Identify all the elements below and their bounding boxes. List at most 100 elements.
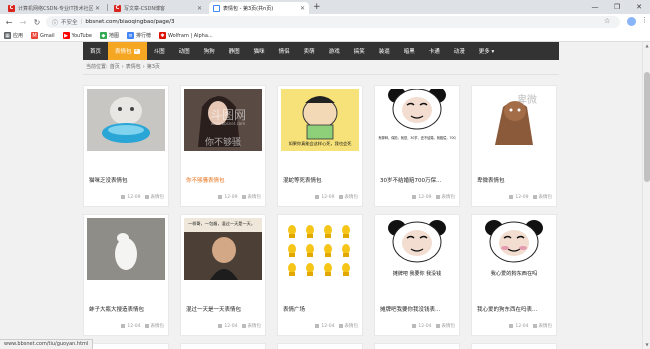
nav-item[interactable]: 动漫 xyxy=(447,42,472,60)
nav-item[interactable]: 首页 xyxy=(83,42,108,60)
bookmark-label: 地图 xyxy=(108,33,119,39)
breadcrumb-link[interactable]: 首页 xyxy=(110,64,120,70)
nav-item[interactable]: 暗黑 xyxy=(397,42,422,60)
close-tab-icon[interactable]: ✕ xyxy=(300,5,305,12)
meme-card[interactable]: 一样哥，一包烟，混过一天是一天， 混过一天是一天表情包 12-04 表情包 xyxy=(180,214,266,336)
menu-kebab-icon[interactable]: ⋮ xyxy=(641,16,648,24)
card-thumbnail[interactable]: 如果你真能会这样心死，我也会死 xyxy=(281,89,359,151)
card-title[interactable]: 卑微表情包 xyxy=(477,176,555,184)
card-stub[interactable] xyxy=(471,343,557,349)
card-date: 12-04 xyxy=(515,323,529,329)
bookmark-youtube[interactable]: ▶ YouTube xyxy=(62,32,92,39)
close-window-button[interactable]: ✕ xyxy=(628,0,650,14)
tab-csdn-network[interactable]: C 计算机网络CSDN-专业IT技术社区 ✕ xyxy=(4,2,104,14)
tag-icon xyxy=(338,195,343,199)
tab-csdn-write[interactable]: C 写文章-CSDN博客 ✕ xyxy=(110,2,206,14)
nav-item[interactable]: 情侣 xyxy=(272,42,297,60)
card-title[interactable]: 表情广场 xyxy=(283,305,361,313)
reload-button[interactable]: ↻ xyxy=(32,17,42,27)
card-title[interactable]: 猫咪乏没表情包 xyxy=(89,176,167,184)
card-stub[interactable] xyxy=(277,343,363,349)
card-thumbnail[interactable] xyxy=(87,89,165,151)
bookmark-gmail[interactable]: M Gmail xyxy=(31,32,55,39)
meme-card[interactable]: 摊牌吧 我要你 我没钱 摊牌吧我要你我没钱表... 12-04 表情包 xyxy=(374,214,460,336)
card-stub[interactable] xyxy=(180,343,266,349)
meme-card[interactable]: 表情广场 12-04 表情包 xyxy=(277,214,363,336)
close-tab-icon[interactable]: ✕ xyxy=(197,5,202,12)
meme-card[interactable]: 如果你真能会这样心死，我也会死 混蛇等死表情包 12-09 表情包 xyxy=(277,85,363,207)
nav-item[interactable]: 卖萌 xyxy=(297,42,322,60)
card-title[interactable]: 我心爱的狗东西在吗表... xyxy=(477,305,555,313)
card-stub[interactable] xyxy=(374,343,460,349)
nav-item[interactable]: 搞笑 xyxy=(347,42,372,60)
card-thumbnail[interactable]: 那个，有没有那种，保险，就是，30岁，还不结婚，就赔偿，700万，的那种 xyxy=(378,89,456,151)
card-meta: 12-09 表情包 xyxy=(117,194,164,200)
back-button[interactable]: ← xyxy=(4,17,14,27)
nav-item[interactable]: 游戏 xyxy=(322,42,347,60)
bookmark-maps[interactable]: ◆ 地图 xyxy=(99,32,119,39)
meme-card[interactable]: 斗图网 www.bbsnet.com 你不够骚 你不够骚表情包 12-09 表情包 xyxy=(180,85,266,207)
card-tag[interactable]: 表情包 xyxy=(442,194,456,200)
card-thumbnail[interactable] xyxy=(281,218,359,280)
maximize-button[interactable]: ❐ xyxy=(606,0,628,14)
card-thumbnail[interactable]: 一样哥，一包烟，混过一天是一天， xyxy=(184,218,262,280)
card-tag[interactable]: 表情包 xyxy=(345,194,359,200)
minimize-button[interactable]: — xyxy=(584,0,606,14)
meme-card[interactable]: 我心爱的狗东西在吗我心爱的狗东西在吗表... 12-04 表情包 xyxy=(471,214,557,336)
panda-text-image: 那个，有没有那种，保险，就是，30岁，还不结婚，就赔偿，700万，的那种 xyxy=(378,89,456,151)
card-tag[interactable]: 表情包 xyxy=(539,323,553,329)
scroll-down-icon[interactable]: ▼ xyxy=(644,342,650,348)
meme-card[interactable]: 卑微 卑微表情包 12-09 表情包 xyxy=(471,85,557,207)
card-tag[interactable]: 表情包 xyxy=(248,323,262,329)
tab-title: 表情包 - 第3页(共n页) xyxy=(223,5,274,12)
card-tag[interactable]: 表情包 xyxy=(442,323,456,329)
bookmark-star-icon[interactable]: ☆ xyxy=(604,17,610,25)
forward-button[interactable]: → xyxy=(18,17,28,27)
nav-item[interactable]: 猫咪 xyxy=(247,42,272,60)
card-tag[interactable]: 表情包 xyxy=(345,323,359,329)
bookmark-apps[interactable]: ▦ 应用 xyxy=(4,32,23,39)
scrollbar-thumb[interactable] xyxy=(644,72,650,182)
card-tag[interactable]: 表情包 xyxy=(248,194,262,200)
nav-item[interactable]: 更多 ▾ xyxy=(472,42,502,60)
card-thumbnail[interactable]: 我心爱的狗东西在吗 xyxy=(475,218,553,280)
card-title[interactable]: 摊牌吧我要你我没钱表... xyxy=(380,305,458,313)
close-tab-icon[interactable]: ✕ xyxy=(95,5,100,12)
card-tag[interactable]: 表情包 xyxy=(539,194,553,200)
card-thumbnail[interactable]: 摊牌吧 我要你 我没钱 xyxy=(378,218,456,280)
tab-biaoqingbao[interactable]: 表情包 - 第3页(共n页) ✕ xyxy=(209,2,309,14)
scroll-up-icon[interactable]: ▲ xyxy=(644,43,650,49)
nav-item[interactable]: 斗图 xyxy=(147,42,172,60)
page-scrollbar[interactable]: ▲ ▼ xyxy=(642,42,650,349)
gmail-icon: M xyxy=(31,32,39,39)
meme-card[interactable]: 那个，有没有那种，保险，就是，30岁，还不结婚，就赔偿，700万，的那种 30岁不… xyxy=(374,85,460,207)
info-icon[interactable]: ⓘ xyxy=(52,18,58,27)
new-tab-button[interactable]: + xyxy=(313,2,321,12)
nav-item[interactable]: 动图 xyxy=(172,42,197,60)
nav-item[interactable]: 表情包 ④ xyxy=(108,42,147,60)
card-thumbnail[interactable]: 斗图网 www.bbsnet.com 你不够骚 xyxy=(184,89,262,151)
card-title[interactable]: 30岁不结婚赔700万保... xyxy=(380,176,458,184)
card-title[interactable]: 混过一天是一天表情包 xyxy=(186,305,264,313)
card-title[interactable]: 你不够骚表情包 xyxy=(186,176,264,184)
card-title[interactable]: 蚌子大瓶大搜造表情包 xyxy=(89,305,167,313)
nav-item[interactable]: 狗狗 xyxy=(197,42,222,60)
breadcrumb-link[interactable]: 表情包 xyxy=(126,64,141,70)
meme-card[interactable]: 蚌子大瓶大搜造表情包 12-04 表情包 xyxy=(83,214,169,336)
bookmark-wolfram[interactable]: ✱ Wolfram | Alpha... xyxy=(158,32,213,39)
nav-item[interactable]: 卡通 xyxy=(422,42,447,60)
card-title[interactable]: 混蛇等死表情包 xyxy=(283,176,361,184)
breadcrumb: 当前位置: 首页 › 表情包 › 第3页 xyxy=(86,63,162,70)
nav-item[interactable]: 静图 xyxy=(222,42,247,60)
nav-item[interactable]: 装逼 xyxy=(372,42,397,60)
url-text[interactable]: bbsnet.com/biaoqingbao/page/3 xyxy=(85,19,174,25)
card-thumbnail[interactable] xyxy=(87,218,165,280)
address-bar[interactable]: ⓘ 不安全 | bbsnet.com/biaoqingbao/page/3 xyxy=(46,16,620,28)
card-tag[interactable]: 表情包 xyxy=(151,194,165,200)
profile-avatar[interactable] xyxy=(627,17,636,26)
card-tag[interactable]: 表情包 xyxy=(151,323,165,329)
meme-card[interactable]: 猫咪乏没表情包 12-09 表情包 xyxy=(83,85,169,207)
card-stub[interactable] xyxy=(83,343,169,349)
card-thumbnail[interactable]: 卑微 xyxy=(475,89,553,151)
bookmark-ranking[interactable]: ≡ 排行榜 xyxy=(126,32,151,39)
